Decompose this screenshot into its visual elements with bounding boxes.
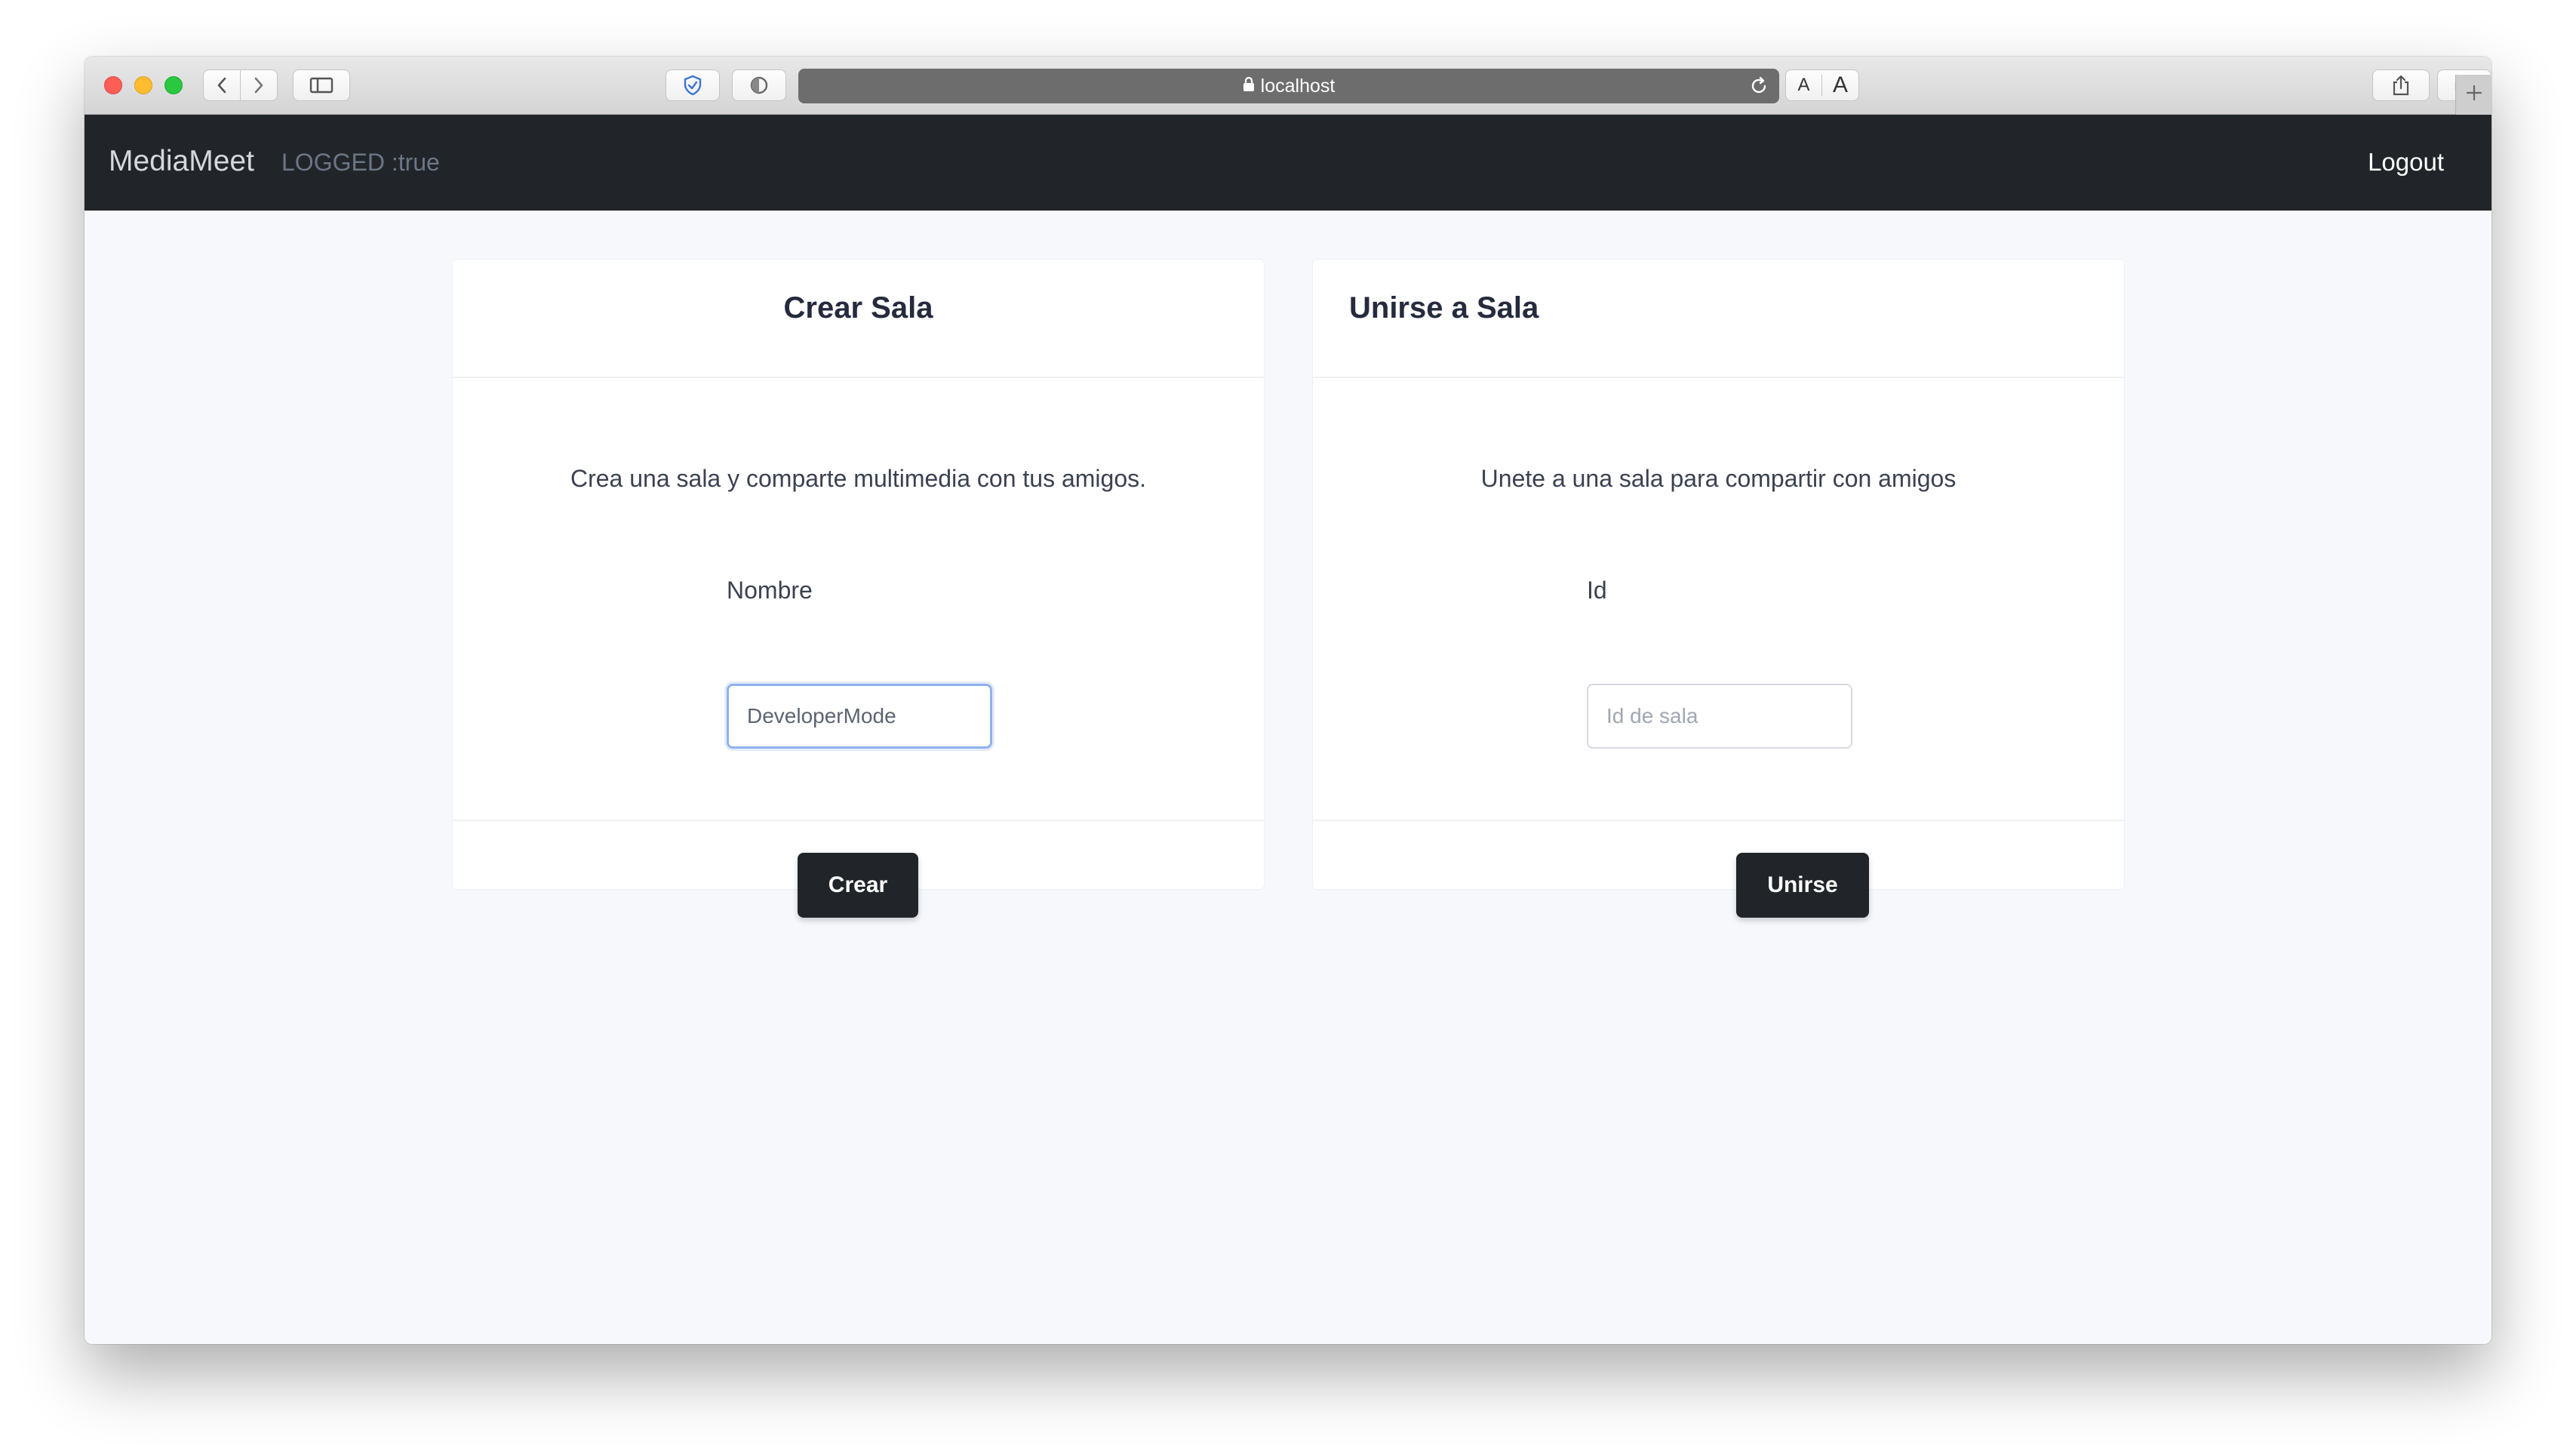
text-size-control: A A bbox=[1785, 69, 1859, 101]
card-header: Crear Sala bbox=[453, 260, 1264, 378]
browser-toolbar: localhost A A bbox=[85, 57, 2491, 115]
privacy-shield-button[interactable] bbox=[666, 69, 720, 101]
browser-window: localhost A A MediaMeet LOGGED :true Log… bbox=[85, 57, 2491, 1344]
text-smaller-button[interactable]: A bbox=[1786, 75, 1822, 96]
create-room-title: Crear Sala bbox=[783, 291, 933, 325]
reload-icon[interactable] bbox=[1749, 76, 1769, 101]
room-name-label: Nombre bbox=[727, 577, 813, 604]
plus-icon bbox=[2465, 84, 2483, 106]
join-room-card: Unirse a Sala Unete a una sala para comp… bbox=[1312, 259, 2125, 918]
chevron-left-icon bbox=[216, 76, 228, 94]
new-tab-button[interactable] bbox=[2455, 75, 2491, 115]
address-text: localhost bbox=[1260, 75, 1336, 97]
create-room-card: Crear Sala Crea una sala y comparte mult… bbox=[452, 259, 1265, 918]
lock-icon bbox=[1243, 75, 1255, 97]
back-button[interactable] bbox=[203, 69, 241, 101]
sidebar-icon bbox=[309, 76, 334, 94]
close-window-button[interactable] bbox=[104, 76, 122, 94]
app-brand[interactable]: MediaMeet bbox=[109, 145, 254, 178]
forward-button[interactable] bbox=[240, 69, 278, 101]
chevron-right-icon bbox=[253, 76, 265, 94]
create-room-button[interactable]: Crear bbox=[798, 853, 918, 918]
room-name-input[interactable] bbox=[727, 684, 992, 749]
card-divider bbox=[453, 820, 1264, 821]
join-room-button[interactable]: Unirse bbox=[1736, 853, 1869, 918]
app-navbar: MediaMeet LOGGED :true Logout bbox=[85, 115, 2491, 211]
create-room-description: Crea una sala y comparte multimedia con … bbox=[570, 465, 1146, 492]
join-room-title: Unirse a Sala bbox=[1349, 291, 1539, 325]
logout-link[interactable]: Logout bbox=[2368, 148, 2444, 177]
room-id-label: Id bbox=[1587, 577, 1607, 604]
login-status: LOGGED :true bbox=[281, 149, 440, 176]
half-circle-icon bbox=[749, 75, 770, 96]
sidebar-toggle-button[interactable] bbox=[293, 69, 350, 101]
reader-extension-button[interactable] bbox=[732, 69, 786, 101]
card-divider bbox=[1313, 820, 2124, 821]
share-button[interactable] bbox=[2372, 69, 2430, 101]
shield-icon bbox=[681, 74, 704, 97]
join-room-description: Unete a una sala para compartir con amig… bbox=[1480, 465, 1957, 492]
minimize-window-button[interactable] bbox=[134, 76, 152, 94]
address-bar[interactable]: localhost bbox=[798, 69, 1779, 103]
card-header: Unirse a Sala bbox=[1313, 260, 2124, 378]
room-id-input[interactable] bbox=[1587, 684, 1852, 749]
text-larger-button[interactable]: A bbox=[1822, 72, 1858, 98]
share-icon bbox=[2391, 74, 2411, 97]
zoom-window-button[interactable] bbox=[164, 76, 183, 94]
